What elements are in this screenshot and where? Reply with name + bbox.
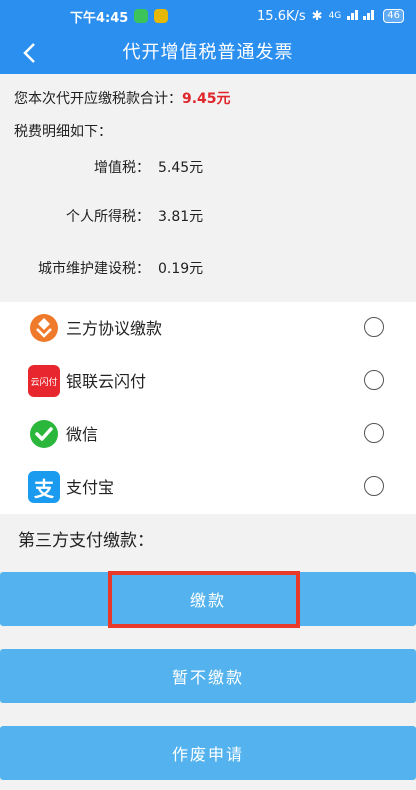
payment-option-tripartite[interactable]: 三方协议缴款 xyxy=(0,302,416,355)
payment-option-alipay[interactable]: 支 支付宝 xyxy=(0,461,416,514)
payment-label: 支付宝 xyxy=(66,478,115,497)
radio-button[interactable] xyxy=(364,476,384,496)
void-request-button[interactable]: 作废申请 xyxy=(0,726,416,780)
payment-label: 三方协议缴款 xyxy=(66,319,163,338)
tax-value: 3.81元 xyxy=(158,209,204,225)
app-notification-icon xyxy=(154,9,169,23)
network-speed: 15.6K/s xyxy=(257,8,306,24)
status-bar: 下午4:45 15.6K/s ✱ 4G 46 xyxy=(0,0,416,32)
payment-label: 微信 xyxy=(66,425,99,444)
defer-payment-button[interactable]: 暂不缴款 xyxy=(0,649,416,703)
tax-row-vat: 增值税： 5.45元 xyxy=(0,157,416,177)
tax-name: 增值税： xyxy=(94,160,150,176)
payment-method-list: 三方协议缴款 云闪付 银联云闪付 微信 支 支付宝 xyxy=(0,302,416,514)
tax-value: 5.45元 xyxy=(158,160,204,176)
tax-name: 个人所得税： xyxy=(66,209,150,225)
wechat-icon xyxy=(28,418,60,450)
third-party-label: 第三方支付缴款： xyxy=(18,531,154,551)
payment-label: 银联云闪付 xyxy=(66,372,147,391)
wechat-notification-icon xyxy=(134,9,149,23)
pay-button[interactable]: 缴款 xyxy=(0,572,416,626)
status-time: 下午4:45 xyxy=(70,10,129,26)
payment-option-unionpay[interactable]: 云闪付 银联云闪付 xyxy=(0,355,416,408)
payment-option-wechat[interactable]: 微信 xyxy=(0,408,416,461)
alipay-icon: 支 xyxy=(28,471,60,503)
unionpay-logo-text: 云闪付 xyxy=(28,365,60,397)
battery-indicator: 46 xyxy=(383,9,404,23)
total-amount: 9.45元 xyxy=(182,91,231,107)
tax-row-income: 个人所得税： 3.81元 xyxy=(0,206,416,226)
bluetooth-icon: ✱ xyxy=(311,8,323,24)
tax-name: 城市维护建设税： xyxy=(38,261,150,277)
radio-button[interactable] xyxy=(364,423,384,443)
radio-button[interactable] xyxy=(364,317,384,337)
signal-text: 4G xyxy=(328,11,342,21)
app-header: 代开增值税普通发票 xyxy=(0,32,416,74)
unionpay-icon: 云闪付 xyxy=(28,365,60,397)
radio-button[interactable] xyxy=(364,370,384,390)
tax-summary: 您本次代开应缴税款合计：9.45元 税费明细如下： 增值税： 5.45元 个人所… xyxy=(0,74,416,302)
tax-bureau-icon xyxy=(28,312,60,344)
tax-value: 0.19元 xyxy=(158,261,204,277)
page-title: 代开增值税普通发票 xyxy=(122,42,294,63)
total-label: 您本次代开应缴税款合计： xyxy=(14,91,182,107)
signal-icon xyxy=(347,8,377,24)
tax-row-urban: 城市维护建设税： 0.19元 xyxy=(0,258,416,278)
alipay-logo-text: 支 xyxy=(28,471,60,503)
total-line: 您本次代开应缴税款合计：9.45元 xyxy=(14,88,231,108)
detail-label: 税费明细如下： xyxy=(14,124,112,140)
